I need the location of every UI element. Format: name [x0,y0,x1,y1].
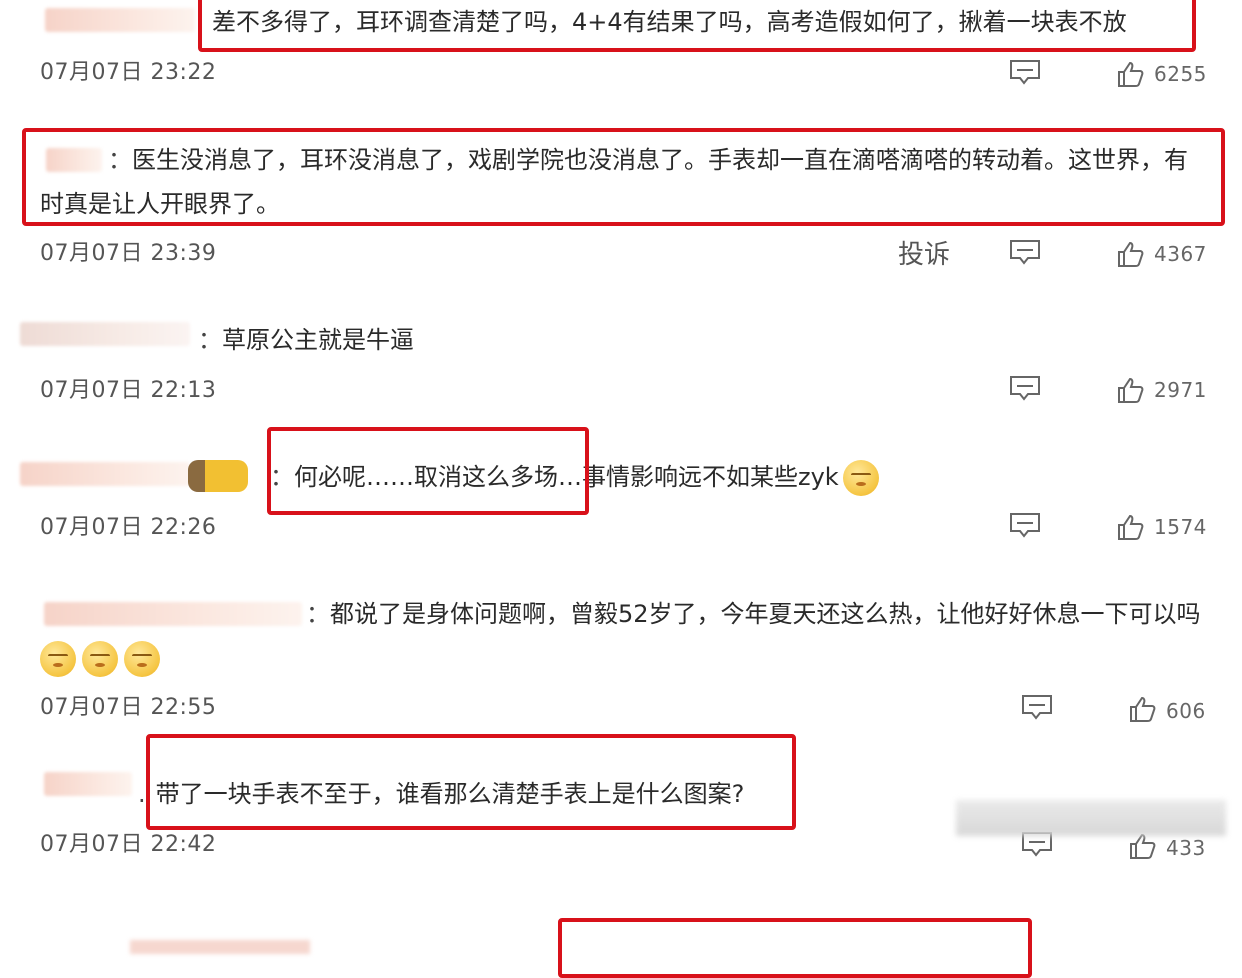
thumbs-up-icon[interactable] [1116,240,1144,268]
comment-time: 07月07日 22:55 [40,695,217,720]
sleepy-face-emoji-icon [842,460,879,496]
like-count: 4367 [1154,242,1207,266]
comment-time: 07月07日 22:42 [40,832,217,857]
report-button[interactable]: 投诉 [898,234,950,271]
sleepy-face-emoji-icon [82,641,118,677]
comment-text-wrapper: ：草原公主就是牛逼 [198,318,414,362]
comment-text-wrapper: ：都说了是身体问题啊，曾毅52岁了，今年夏天还这么热，让他好好休息一下可以吗 [40,592,1205,680]
username-blurred[interactable] [45,8,195,32]
like-count: 6255 [1154,62,1207,86]
like-count: 1574 [1154,515,1207,539]
comment-bubble-icon[interactable] [1020,693,1054,721]
comment-text: 草原公主就是牛逼 [222,326,414,354]
like-count: 2971 [1154,378,1207,402]
highlight-box [198,0,1196,52]
thumbs-up-icon[interactable] [1116,513,1144,541]
highlight-box [146,734,796,830]
thumbs-up-icon[interactable] [1128,695,1156,723]
blurred-overlay [956,800,1226,836]
username-separator: . [138,780,146,808]
comment-bubble-icon[interactable] [1008,374,1042,402]
user-badge-icon [188,460,248,492]
username-separator: ： [306,600,330,628]
comment-time: 07月07日 22:26 [40,515,217,540]
watermark: 网易号 [906,920,996,955]
username-blurred [130,940,310,954]
username-separator: ： [198,326,222,354]
thumbs-up-icon[interactable] [1116,376,1144,404]
comment-time: 07月07日 22:13 [40,378,217,403]
comment-text: 都说了是身体问题啊，曾毅52岁了，今年夏天还这么热，让他好好休息一下可以吗 [330,600,1201,628]
thumbs-up-icon[interactable] [1116,60,1144,88]
sleepy-face-emoji-icon [40,641,76,677]
username-blurred[interactable] [20,322,190,346]
highlight-box [22,128,1225,226]
comment-time: 07月07日 23:22 [40,60,217,85]
highlight-box [267,427,589,515]
comment-bubble-icon[interactable] [1008,238,1042,266]
username-blurred[interactable] [20,462,190,486]
comment-time: 07月07日 23:39 [40,241,217,266]
comment-bubble-icon[interactable] [1008,511,1042,539]
username-blurred[interactable] [44,772,132,796]
like-count: 433 [1166,836,1206,860]
sleepy-face-emoji-icon [124,641,160,677]
like-count: 606 [1166,699,1206,723]
thumbs-up-icon[interactable] [1128,832,1156,860]
comment-bubble-icon[interactable] [1008,58,1042,86]
